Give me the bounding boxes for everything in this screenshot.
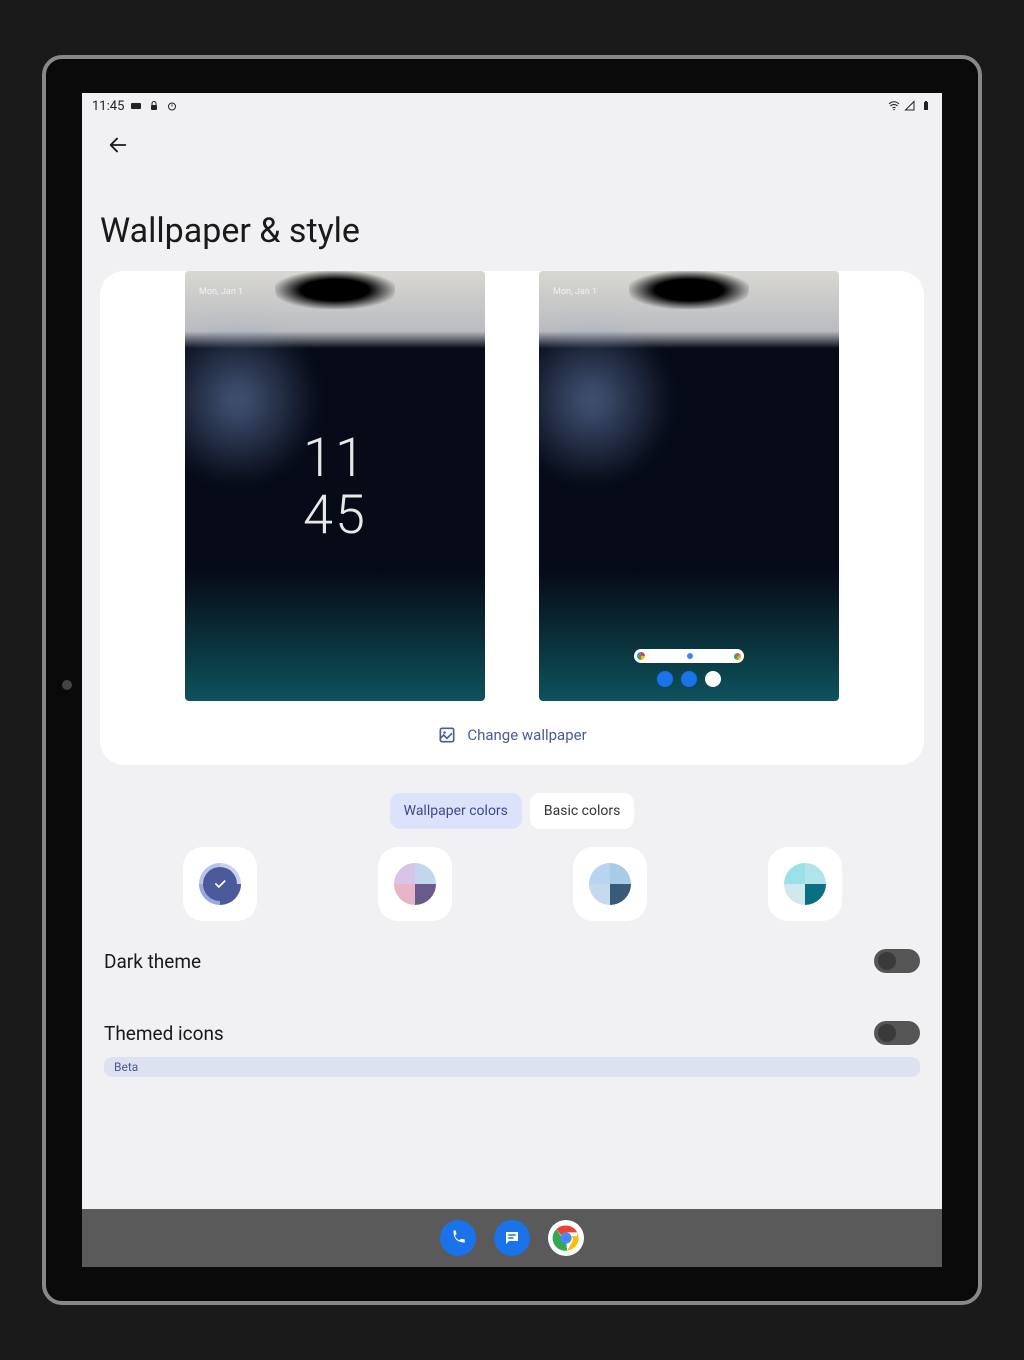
lockscreen-time: 11 45 <box>185 431 485 544</box>
wallpaper-preview-card: Mon, Jan 1 11 45 Mon, Jan 1 <box>100 271 924 765</box>
timer-icon <box>166 100 178 112</box>
status-bar: 11:45 <box>82 93 942 119</box>
search-pill <box>634 649 744 663</box>
arrow-back-icon <box>107 134 129 156</box>
homescreen-preview[interactable]: Mon, Jan 1 <box>539 271 839 701</box>
check-icon <box>203 867 237 901</box>
messages-icon <box>503 1229 521 1247</box>
themed-icons-row: Themed icons <box>82 981 942 1053</box>
lock-time-minute: 45 <box>185 488 485 545</box>
home-dock-area <box>539 649 839 687</box>
color-swatch-1[interactable] <box>378 847 452 921</box>
taskbar-chrome-icon[interactable] <box>548 1220 584 1256</box>
signal-icon <box>904 100 916 112</box>
battery-icon <box>920 100 932 112</box>
color-swatch-row <box>82 847 942 921</box>
color-swatch-3[interactable] <box>768 847 842 921</box>
page-title: Wallpaper & style <box>82 171 942 271</box>
color-swatch-0[interactable] <box>183 847 257 921</box>
lockscreen-preview[interactable]: Mon, Jan 1 11 45 <box>185 271 485 701</box>
themed-icons-label: Themed icons <box>104 1022 224 1045</box>
google-logo-icon <box>637 652 645 660</box>
chrome-icon <box>551 1223 581 1253</box>
dark-theme-row: Dark theme <box>82 921 942 981</box>
dark-theme-toggle[interactable] <box>874 949 920 973</box>
phone-app-icon <box>657 671 673 687</box>
lens-icon <box>734 653 741 660</box>
preview-label: Mon, Jan 1 <box>199 287 243 297</box>
screen: 11:45 Wallpaper & style Mon, Jan 1 <box>82 93 942 1267</box>
phone-icon <box>449 1229 467 1247</box>
dark-theme-label: Dark theme <box>104 950 201 973</box>
mic-icon <box>687 653 693 659</box>
color-source-tabs: Wallpaper colors Basic colors <box>82 793 942 829</box>
chrome-app-icon <box>705 671 721 687</box>
change-wallpaper-button[interactable]: Change wallpaper <box>437 701 586 745</box>
taskbar-messages-icon[interactable] <box>494 1220 530 1256</box>
tab-wallpaper-colors[interactable]: Wallpaper colors <box>390 793 522 829</box>
taskbar <box>82 1209 942 1267</box>
change-wallpaper-label: Change wallpaper <box>467 726 586 744</box>
wallpaper-icon <box>437 725 457 745</box>
camera-dot <box>62 680 72 690</box>
tab-basic-colors[interactable]: Basic colors <box>530 793 634 829</box>
beta-badge: Beta <box>104 1057 920 1077</box>
keyboard-icon <box>130 100 142 112</box>
lock-time-hour: 11 <box>185 431 485 488</box>
color-swatch-2[interactable] <box>573 847 647 921</box>
header <box>82 119 942 171</box>
wifi-icon <box>888 100 900 112</box>
lock-icon <box>148 100 160 112</box>
themed-icons-toggle[interactable] <box>874 1021 920 1045</box>
messages-app-icon <box>681 671 697 687</box>
preview-label: Mon, Jan 1 <box>553 287 597 297</box>
status-time: 11:45 <box>92 99 124 114</box>
back-button[interactable] <box>100 127 136 163</box>
tablet-frame: 11:45 Wallpaper & style Mon, Jan 1 <box>42 55 982 1305</box>
taskbar-phone-icon[interactable] <box>440 1220 476 1256</box>
